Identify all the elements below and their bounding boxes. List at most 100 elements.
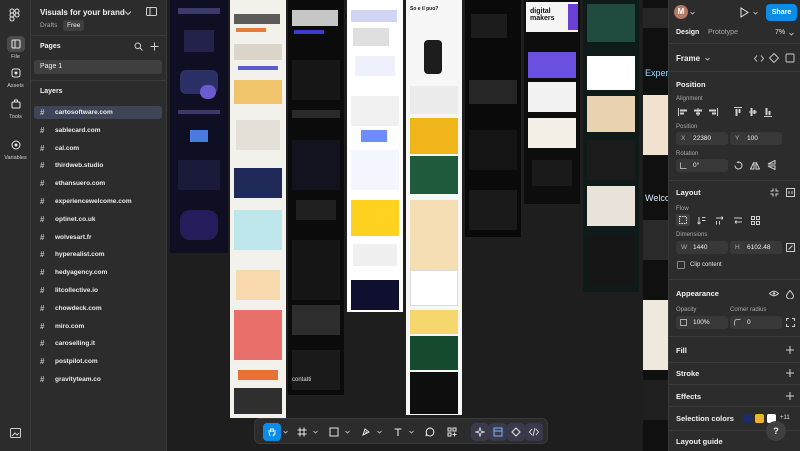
chevron-down-icon[interactable]: [124, 10, 132, 16]
selection-color-swatch[interactable]: [743, 414, 752, 423]
layer-item[interactable]: # thirdweb.studio: [34, 159, 162, 172]
comment-tool-button[interactable]: [421, 423, 439, 441]
chevron-down-icon[interactable]: [705, 57, 710, 61]
rail-variables[interactable]: Variables: [0, 137, 31, 161]
layer-item[interactable]: # ethansuero.com: [34, 177, 162, 190]
layer-item[interactable]: # experiencewelcome.com: [34, 195, 162, 208]
pen-tool-button[interactable]: [357, 423, 375, 441]
layer-item[interactable]: # sablecard.com: [34, 124, 162, 137]
selection-color-swatch[interactable]: [755, 414, 764, 423]
avatar[interactable]: M: [674, 5, 688, 19]
rotate-button[interactable]: [731, 159, 745, 171]
layer-item[interactable]: # hedyagency.com: [34, 266, 162, 279]
y-position-field[interactable]: Y 100: [730, 132, 782, 145]
chevron-down-icon[interactable]: [789, 32, 794, 36]
align-left-button[interactable]: [676, 106, 690, 118]
page-item-page-1[interactable]: Page 1: [34, 60, 162, 74]
rail-tools[interactable]: Tools: [0, 96, 31, 120]
component-icon[interactable]: [769, 53, 779, 63]
frame-tool-button[interactable]: [293, 423, 311, 441]
chevron-down-icon[interactable]: [283, 430, 288, 434]
flip-horizontal-button[interactable]: [748, 159, 762, 171]
rotation-field[interactable]: 0°: [676, 159, 728, 172]
actions-tool-button[interactable]: [443, 423, 461, 441]
chevron-down-icon[interactable]: [377, 430, 382, 434]
rail-assets[interactable]: Assets: [0, 65, 31, 89]
frame-thumbnail[interactable]: digital makers: [524, 0, 580, 204]
add-effect-icon[interactable]: [786, 392, 794, 400]
align-bottom-button[interactable]: [761, 106, 775, 118]
selection-colors-more[interactable]: +11: [780, 415, 790, 421]
opacity-field[interactable]: 100%: [676, 316, 728, 329]
add-fill-icon[interactable]: [786, 346, 794, 354]
collapse-icon[interactable]: [770, 188, 779, 197]
layer-item[interactable]: # caroselling.it: [34, 337, 162, 350]
add-page-icon[interactable]: [150, 42, 159, 51]
frame-thumbnail[interactable]: [465, 0, 521, 237]
layer-item[interactable]: # wolvesart.fr: [34, 231, 162, 244]
canvas[interactable]: contatti So e il puo? digital makers Exp…: [167, 0, 668, 451]
play-icon[interactable]: [740, 7, 749, 18]
tab-prototype[interactable]: Prototype: [708, 29, 738, 36]
align-right-button[interactable]: [706, 106, 720, 118]
flow-freeform-button[interactable]: [676, 214, 690, 226]
drop-icon[interactable]: [786, 290, 794, 299]
layer-item[interactable]: # litcollective.io: [34, 284, 162, 297]
text-tool-button[interactable]: [389, 423, 407, 441]
frame-thumbnail[interactable]: [230, 0, 286, 418]
file-location[interactable]: Drafts: [40, 22, 57, 29]
share-button[interactable]: Share: [766, 4, 797, 21]
align-top-button[interactable]: [731, 106, 745, 118]
layer-item[interactable]: # postpilot.com: [34, 355, 162, 368]
align-middle-button[interactable]: [746, 106, 760, 118]
chevron-down-icon[interactable]: [313, 430, 318, 434]
code-icon[interactable]: [754, 54, 764, 63]
frame-thumbnail[interactable]: [583, 0, 639, 292]
constrain-proportions-icon[interactable]: [786, 243, 795, 252]
align-center-h-button[interactable]: [691, 106, 705, 118]
layer-item[interactable]: # miro.com: [34, 320, 162, 333]
eye-icon[interactable]: [769, 290, 779, 297]
chevron-down-icon[interactable]: [753, 11, 758, 15]
chevron-down-icon[interactable]: [690, 11, 695, 15]
more-options-icon[interactable]: [785, 53, 795, 63]
sidebar-toggle-icon[interactable]: [146, 7, 157, 16]
zoom-level[interactable]: 7%: [775, 29, 785, 36]
x-position-field[interactable]: X 22380: [676, 132, 728, 145]
figma-logo-icon[interactable]: [9, 8, 21, 22]
corner-radius-field[interactable]: 0: [730, 316, 782, 329]
chevron-down-icon[interactable]: [345, 430, 350, 434]
frame-thumbnail[interactable]: Experi Welco: [643, 0, 668, 451]
layer-item[interactable]: # cal.com: [34, 142, 162, 155]
add-stroke-icon[interactable]: [786, 369, 794, 377]
file-title[interactable]: Visuals for your brand: [40, 8, 125, 17]
layer-item[interactable]: # cartosoftware.com: [34, 106, 162, 119]
chevron-down-icon[interactable]: [409, 430, 414, 434]
width-field[interactable]: W 1440: [676, 241, 728, 254]
layer-item[interactable]: # chowdeck.com: [34, 302, 162, 315]
layer-item[interactable]: # hyperealist.com: [34, 248, 162, 261]
frame-thumbnail[interactable]: [170, 0, 228, 253]
layer-item[interactable]: # gravityteam.co: [34, 373, 162, 386]
rail-file[interactable]: File: [0, 36, 31, 60]
flow-horizontal-button[interactable]: [712, 214, 726, 226]
flow-vertical-button[interactable]: [694, 214, 708, 226]
clip-content-checkbox[interactable]: [677, 261, 685, 269]
frame-label[interactable]: Frame: [676, 54, 700, 63]
flow-grid-button[interactable]: [748, 214, 762, 226]
independent-corners-icon[interactable]: [786, 318, 795, 327]
auto-layout-icon[interactable]: [786, 188, 795, 197]
flip-vertical-button[interactable]: [764, 159, 778, 171]
dev-mode-button[interactable]: [525, 423, 543, 441]
layout-tool-button[interactable]: [489, 423, 507, 441]
image-icon[interactable]: [10, 428, 21, 438]
help-button[interactable]: ?: [766, 421, 786, 441]
hand-tool-button[interactable]: [263, 423, 281, 441]
frame-thumbnail[interactable]: So e il puo?: [406, 0, 462, 415]
tab-design[interactable]: Design: [676, 29, 699, 36]
rectangle-tool-button[interactable]: [325, 423, 343, 441]
height-field[interactable]: H 6102.48: [730, 241, 782, 254]
flow-wrap-button[interactable]: [730, 214, 744, 226]
component-tool-button[interactable]: [507, 423, 525, 441]
search-icon[interactable]: [134, 42, 143, 51]
